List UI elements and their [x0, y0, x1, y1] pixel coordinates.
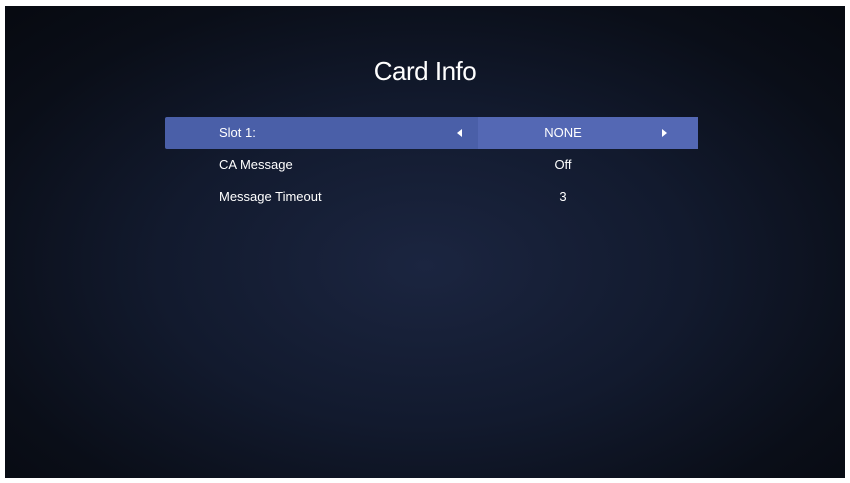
- menu-item-slot[interactable]: Slot 1: NONE: [165, 117, 698, 149]
- menu-item-value: 3: [559, 189, 567, 204]
- menu-item-label: Message Timeout: [219, 189, 322, 204]
- arrow-right-icon[interactable]: [662, 129, 667, 137]
- menu-item-label: CA Message: [219, 157, 293, 172]
- arrow-left-icon[interactable]: [457, 129, 462, 137]
- tv-screen: Card Info Slot 1: NONE CA Message Off Me…: [5, 6, 845, 478]
- menu-item-label: Slot 1:: [219, 125, 256, 140]
- menu-item-message-timeout[interactable]: Message Timeout 3: [165, 181, 698, 213]
- menu-item-ca-message[interactable]: CA Message Off: [165, 149, 698, 181]
- settings-menu: Slot 1: NONE CA Message Off Message Time…: [165, 117, 698, 213]
- menu-item-value: Off: [554, 157, 572, 172]
- page-title: Card Info: [373, 56, 477, 86]
- menu-item-value: NONE: [544, 125, 582, 140]
